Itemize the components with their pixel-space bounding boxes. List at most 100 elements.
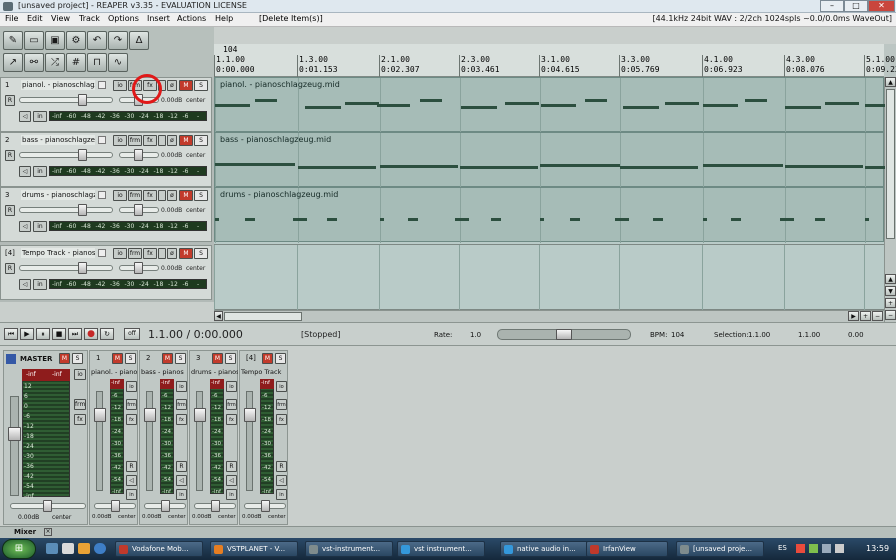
show-desktop-icon[interactable]	[46, 543, 58, 554]
strip-fxroute-button[interactable]: frm	[126, 399, 137, 410]
phase-icon[interactable]: ø	[167, 190, 177, 201]
input-button[interactable]: in	[33, 111, 47, 122]
rate-value[interactable]: 1.0	[470, 331, 481, 339]
strip-record-arm-button[interactable]: R	[126, 461, 137, 472]
strip-name[interactable]: Tempo Track	[241, 368, 288, 376]
strip-solo-button[interactable]: S	[175, 353, 186, 364]
master-expand-icon[interactable]	[6, 354, 16, 364]
taskbar-task[interactable]: vst instrument...	[397, 541, 485, 557]
fx-route-button[interactable]: frm	[128, 248, 142, 259]
strip-fxroute-button[interactable]: frm	[226, 399, 237, 410]
close-button[interactable]: ✕	[868, 0, 895, 12]
strip-record-arm-button[interactable]: R	[176, 461, 187, 472]
menu-options[interactable]: Options	[108, 14, 139, 23]
strip-fx-button[interactable]: fx	[226, 414, 237, 425]
strip-solo-button[interactable]: S	[275, 353, 286, 364]
io-button[interactable]: io	[113, 135, 127, 146]
horizontal-scroll-thumb[interactable]	[224, 312, 302, 321]
taskbar-task[interactable]: [unsaved proje...	[676, 541, 764, 557]
zoom-minus-icon[interactable]: −	[885, 310, 896, 320]
track-panel-2[interactable]: 2 bass - pianoschlagzeu io frm fx ø M S R 0.00dB c…	[0, 132, 212, 187]
pan-fader[interactable]	[119, 262, 159, 274]
zoom-out-horizontal-icon[interactable]: −	[872, 311, 883, 321]
monitor-icon[interactable]: ◁	[19, 221, 31, 232]
strip-mute-button[interactable]: M	[162, 353, 173, 364]
strip-pan-fader[interactable]	[94, 500, 136, 512]
mute-button[interactable]: M	[179, 248, 193, 259]
strip-fader-knob[interactable]	[144, 408, 156, 422]
track-folder-icon[interactable]	[98, 191, 106, 199]
rate-slider-knob[interactable]	[556, 329, 572, 340]
language-indicator[interactable]: ES	[778, 544, 787, 552]
input-button[interactable]: in	[33, 166, 47, 177]
position-display[interactable]: 1.1.00 / 0:00.000	[148, 328, 243, 341]
pan-fader-knob[interactable]	[134, 149, 143, 161]
vertical-scrollbar[interactable]: ▲ ▲ ▼ + −	[884, 77, 896, 322]
tray-app-icon[interactable]	[796, 544, 805, 553]
fx-bypass-toggle[interactable]	[158, 190, 166, 201]
record-arm-button[interactable]: R	[5, 205, 15, 216]
strip-solo-button[interactable]: S	[125, 353, 136, 364]
track-lane-1[interactable]: pianol. - pianoschlagzeug.mid	[214, 77, 885, 133]
media-item[interactable]: pianol. - pianoschlagzeug.mid	[214, 77, 885, 133]
menu-actions[interactable]: Actions	[177, 14, 206, 23]
track-panel-1[interactable]: 1 pianol. - pianoschlagze io frm fx ø M S R 0.00d…	[0, 77, 212, 132]
volume-fader[interactable]	[19, 94, 113, 106]
volume-fader-knob[interactable]	[78, 262, 87, 274]
strip-pan-fader[interactable]	[244, 500, 286, 512]
menu-file[interactable]: File	[5, 14, 18, 23]
strip-fx-button[interactable]: fx	[276, 414, 287, 425]
media-item[interactable]: bass - pianoschlagzeug.mid	[214, 132, 885, 188]
zoom-in-horizontal-icon[interactable]: +	[860, 311, 871, 321]
input-button[interactable]: in	[33, 279, 47, 290]
strip-monitor-icon[interactable]: ◁	[276, 475, 287, 486]
ripple-edit-icon[interactable]: ↗	[3, 53, 23, 72]
strip-solo-button[interactable]: S	[225, 353, 236, 364]
undo-icon[interactable]: ↶	[87, 31, 107, 50]
taskbar-task[interactable]: VSTPLANET - V...	[210, 541, 298, 557]
go-to-start-icon[interactable]: ⏮	[4, 328, 18, 340]
selection-end[interactable]: 1.1.00	[798, 331, 820, 339]
minimize-button[interactable]: –	[820, 0, 844, 12]
off-button[interactable]: off	[124, 328, 140, 340]
pause-icon[interactable]: ⏸	[36, 328, 50, 340]
scroll-up-icon[interactable]: ▲	[885, 77, 896, 87]
fx-button[interactable]: fx	[143, 248, 157, 259]
fx-button[interactable]: fx	[143, 190, 157, 201]
play-icon[interactable]: ▶	[20, 328, 34, 340]
mixer-close-icon[interactable]: ×	[44, 528, 52, 536]
strip-io-button[interactable]: io	[126, 381, 137, 392]
strip-name[interactable]: pianol. - piano	[91, 368, 138, 376]
horizontal-scrollbar[interactable]: ◀ ▶ + −	[214, 310, 884, 322]
phase-icon[interactable]: ø	[167, 135, 177, 146]
new-project-icon[interactable]: ✎	[3, 31, 23, 50]
monitor-icon[interactable]: ◁	[19, 111, 31, 122]
input-button[interactable]: in	[33, 221, 47, 232]
grouping-icon[interactable]: ⚯	[24, 53, 44, 72]
phase-icon[interactable]: ø	[167, 248, 177, 259]
zoom-plus-icon[interactable]: +	[885, 298, 896, 308]
taskbar-task[interactable]: vst-instrument...	[305, 541, 393, 557]
strip-monitor-icon[interactable]: ◁	[126, 475, 137, 486]
strip-pan-knob[interactable]	[261, 500, 270, 512]
track-lane-3[interactable]: drums - pianoschlagzeug.mid	[214, 187, 884, 245]
menu-edit[interactable]: Edit	[27, 14, 43, 23]
mute-button[interactable]: M	[179, 190, 193, 201]
record-arm-button[interactable]: R	[5, 150, 15, 161]
pan-fader[interactable]	[119, 204, 159, 216]
volume-fader-knob[interactable]	[78, 204, 87, 216]
selection-length[interactable]: 0.00	[848, 331, 864, 339]
fx-button[interactable]: fx	[143, 135, 157, 146]
master-fxroute-button[interactable]: frm	[74, 399, 86, 410]
lock-icon[interactable]: ⊓	[87, 53, 107, 72]
volume-fader[interactable]	[19, 149, 113, 161]
io-button[interactable]: io	[113, 80, 127, 91]
tempo-marker-icon[interactable]	[214, 44, 222, 53]
monitor-icon[interactable]: ◁	[19, 166, 31, 177]
strip-name[interactable]: drums - pianos	[191, 368, 238, 376]
start-button[interactable]: ⊞	[2, 539, 36, 559]
volume-fader[interactable]	[19, 262, 113, 274]
fx-route-button[interactable]: frm	[128, 190, 142, 201]
strip-name[interactable]: bass - pianos	[141, 368, 188, 376]
strip-pan-fader[interactable]	[144, 500, 186, 512]
